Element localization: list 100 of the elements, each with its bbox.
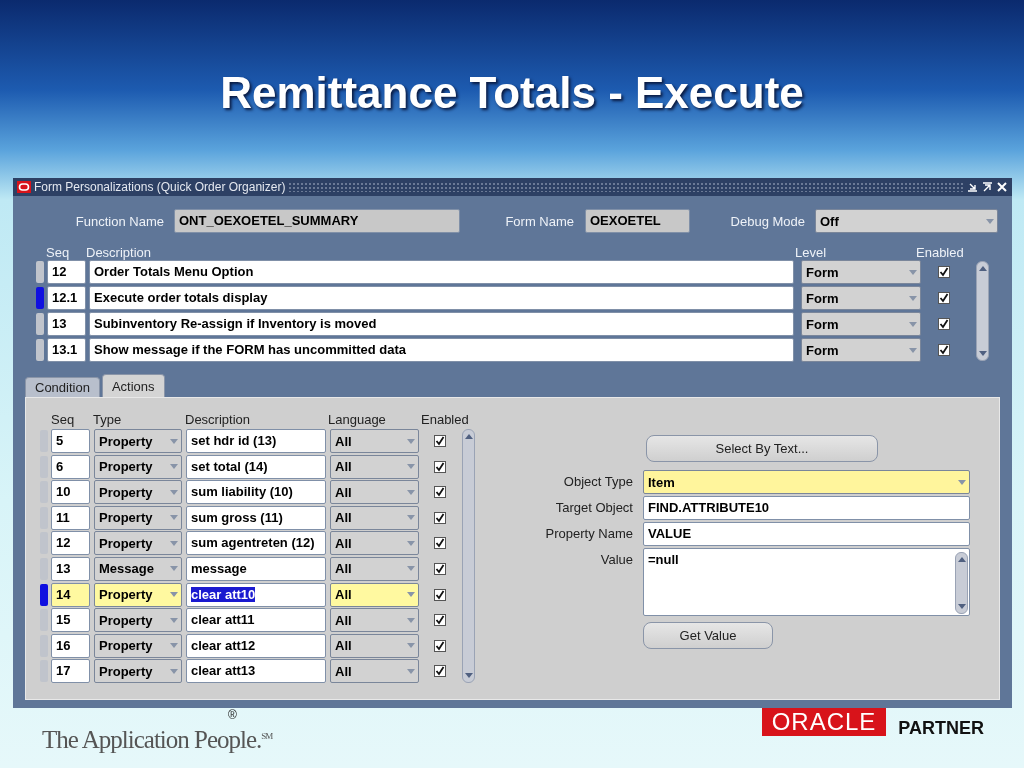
function-name-field[interactable]: ONT_OEXOETEL_SUMMARY	[174, 209, 460, 233]
get-value-button[interactable]: Get Value	[643, 622, 773, 649]
partner-text: PARTNER	[898, 718, 984, 739]
description-field[interactable]: set hdr id (13)	[186, 429, 326, 453]
caret-icon	[407, 515, 415, 521]
tab[interactable]: Condition	[25, 377, 100, 397]
enabled-checkbox[interactable]	[434, 614, 446, 627]
language-dropdown[interactable]: All	[330, 480, 419, 505]
level-dropdown[interactable]: Form	[801, 260, 921, 284]
tab[interactable]: Actions	[101, 374, 165, 397]
seq-field[interactable]: 11	[51, 505, 90, 530]
caret-icon	[407, 668, 415, 674]
enabled-checkbox[interactable]	[434, 460, 446, 473]
type-dropdown[interactable]: Property	[94, 480, 182, 505]
enabled-checkbox[interactable]	[938, 292, 950, 304]
scrollbar[interactable]	[976, 261, 989, 361]
seq-field[interactable]: 12	[51, 531, 90, 556]
enabled-checkbox[interactable]	[434, 665, 446, 678]
level-dropdown[interactable]: Form	[801, 286, 921, 310]
text-field[interactable]: VALUE	[643, 522, 970, 546]
description-field[interactable]: sum agentreten (12)	[186, 531, 326, 556]
enabled-checkbox[interactable]	[938, 344, 950, 356]
object-type-dropdown[interactable]: Item	[643, 470, 970, 494]
language-dropdown[interactable]: All	[330, 659, 419, 684]
column-header: Enabled	[916, 245, 965, 260]
record-indicator[interactable]	[40, 583, 48, 606]
language-dropdown[interactable]: All	[330, 556, 419, 581]
seq-field[interactable]: 13	[51, 556, 90, 581]
type-dropdown[interactable]: Property	[94, 531, 182, 556]
column-header: Level	[795, 245, 828, 260]
seq-field[interactable]: 14	[51, 582, 90, 607]
description-field[interactable]: Execute order totals display	[89, 286, 794, 310]
language-dropdown[interactable]: All	[330, 582, 419, 607]
enabled-checkbox[interactable]	[434, 486, 446, 499]
seq-field[interactable]: 5	[51, 429, 90, 453]
language-dropdown[interactable]: All	[330, 633, 419, 658]
language-dropdown[interactable]: All	[330, 505, 419, 530]
enabled-checkbox[interactable]	[434, 588, 446, 601]
description-field[interactable]: Order Totals Menu Option	[89, 260, 794, 284]
description-field[interactable]: clear att12	[186, 633, 326, 658]
seq-field[interactable]: 6	[51, 454, 90, 479]
seq-field[interactable]: 10	[51, 480, 90, 505]
seq-field[interactable]: 13.1	[47, 338, 86, 362]
company-tagline: The Application People.$^{SM}$	[42, 725, 273, 755]
description-field[interactable]: clear att11	[186, 608, 326, 633]
enabled-checkbox[interactable]	[434, 435, 446, 447]
enabled-checkbox[interactable]	[938, 318, 950, 330]
language-dropdown[interactable]: All	[330, 429, 419, 453]
seq-field[interactable]: 12.1	[47, 286, 86, 310]
level-dropdown[interactable]: Form	[801, 312, 921, 336]
description-field[interactable]: message	[186, 556, 326, 581]
enabled-checkbox[interactable]	[434, 511, 446, 524]
form-name-field[interactable]: OEXOETEL	[585, 209, 690, 233]
description-field[interactable]: sum gross (11)	[186, 505, 326, 530]
caret-icon	[407, 592, 415, 598]
column-header: Language	[328, 412, 387, 427]
maximize-icon[interactable]	[981, 181, 993, 193]
description-field[interactable]: Subinventory Re-assign if Inventory is moved	[89, 312, 794, 336]
seq-field[interactable]: 15	[51, 608, 90, 633]
type-dropdown[interactable]: Property	[94, 454, 182, 479]
debug-mode-dropdown[interactable]: Off	[815, 209, 998, 233]
type-dropdown[interactable]: Property	[94, 608, 182, 633]
seq-field[interactable]: 12	[47, 260, 86, 284]
caret-icon	[170, 668, 178, 674]
language-dropdown[interactable]: All	[330, 608, 419, 633]
language-dropdown[interactable]: All	[330, 454, 419, 479]
type-dropdown[interactable]: Property	[94, 429, 182, 453]
level-dropdown[interactable]: Form	[801, 338, 921, 362]
type-dropdown[interactable]: Property	[94, 659, 182, 684]
select-by-text-button[interactable]: Select By Text...	[646, 435, 878, 462]
description-field[interactable]: clear att10	[186, 582, 326, 607]
seq-field[interactable]: 16	[51, 633, 90, 658]
type-dropdown[interactable]: Property	[94, 582, 182, 607]
description-field[interactable]: Show message if the FORM has uncommitted data	[89, 338, 794, 362]
value-text-area[interactable]: =null	[643, 548, 970, 616]
seq-field[interactable]: 17	[51, 659, 90, 684]
type-dropdown[interactable]: Property	[94, 505, 182, 530]
seq-field[interactable]: 13	[47, 312, 86, 336]
enabled-checkbox[interactable]	[434, 639, 446, 652]
type-dropdown[interactable]: Property	[94, 633, 182, 658]
scrollbar[interactable]	[955, 552, 968, 614]
description-field[interactable]: sum liability (10)	[186, 480, 326, 505]
text-field[interactable]: FIND.ATTRIBUTE10	[643, 496, 970, 520]
registered-mark: ®	[228, 708, 237, 722]
enabled-checkbox[interactable]	[434, 537, 446, 550]
field-label: Property Name	[544, 526, 633, 541]
language-dropdown[interactable]: All	[330, 531, 419, 556]
caret-icon	[407, 464, 415, 470]
caret-icon	[958, 479, 966, 485]
enabled-checkbox[interactable]	[938, 266, 950, 278]
oracle-logo: ORACLE	[761, 708, 887, 736]
type-dropdown[interactable]: Message	[94, 556, 182, 581]
description-field[interactable]: clear att13	[186, 659, 326, 684]
description-field[interactable]: set total (14)	[186, 454, 326, 479]
scrollbar[interactable]	[462, 429, 475, 683]
enabled-checkbox[interactable]	[434, 562, 446, 575]
caret-icon	[407, 617, 415, 623]
caret-icon	[170, 489, 178, 495]
minimize-icon[interactable]	[966, 181, 978, 193]
close-icon[interactable]	[996, 181, 1008, 193]
